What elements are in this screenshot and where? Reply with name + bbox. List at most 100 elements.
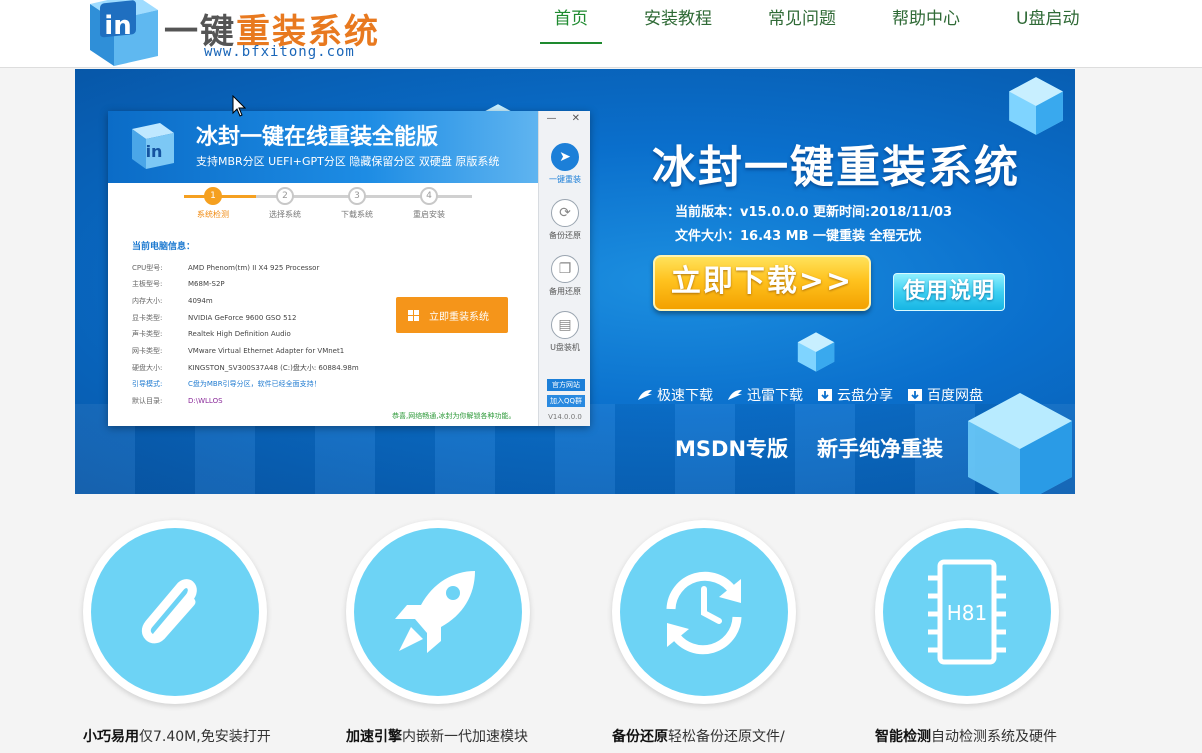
info-row-gpu: 显卡类型: NVIDIA GeForce 9600 GSO 512 [132,313,296,323]
feature-circle [346,520,530,704]
app-screenshot-window: in 冰封一键在线重装全能版 支持MBR分区 UEFI+GPT分区 隐藏保留分区… [108,111,590,426]
edition-clean[interactable]: 新手纯净重装 [817,433,943,463]
info-row-dir: 默认目录: D:\WLLOS [132,396,223,406]
version-info: 当前版本：v15.0.0.0 更新时间:2018/11/03 [675,205,953,220]
side-label: 备份还原 [549,231,581,240]
info-row-network: 网卡类型: VMware Virtual Ethernet Adapter for… [132,346,344,356]
side-label: 一键重装 [549,175,581,184]
network-status-text: 恭喜,网络畅通,冰封为你解锁各种功能。 [392,412,516,420]
logo-url: www.bfxitong.com [204,44,355,60]
edition-msdn[interactable]: MSDN专版 [675,433,788,463]
nav-install-tutorial[interactable]: 安装教程 [630,0,726,44]
side-label: 备用还原 [549,287,581,296]
feature-bold: 小巧易用 [83,729,139,745]
info-key: 默认目录: [132,397,163,405]
main-nav: 首页 安装教程 常见问题 帮助中心 U盘启动 [540,0,1121,68]
link-baidu-disk[interactable]: 百度网盘 [907,385,983,405]
info-key: CPU型号: [132,264,163,272]
info-key: 网卡类型: [132,347,163,355]
info-row-memory: 内存大小: 4094m [132,296,213,306]
info-key: 显卡类型: [132,314,163,322]
mouse-cursor-icon [232,95,246,117]
step-3-dot: 3 [348,187,366,205]
windows-icon [408,309,419,321]
feature-text: 备份还原轻松备份还原文件/ [612,726,872,746]
download-links: 极速下载 迅雷下载 云盘分享 百度网盘 [637,385,997,405]
copy-icon: ❐ [551,255,579,283]
cloud-share-icon [818,389,832,401]
info-row-cpu: CPU型号: AMD Phenom(tm) II X4 925 Processor [132,263,319,273]
reinstall-now-button[interactable]: 立即重装系统 [396,297,508,333]
nav-faq[interactable]: 常见问题 [754,0,850,44]
info-value: D:\WLLOS [188,397,223,405]
app-header: in 冰封一键在线重装全能版 支持MBR分区 UEFI+GPT分区 隐藏保留分区… [108,111,538,183]
link-cloud-share[interactable]: 云盘分享 [817,385,893,405]
paperclip-icon [141,579,197,644]
feature-bold: 加速引擎 [346,729,402,745]
info-key: 内存大小: [132,297,163,305]
chip-label: H81 [947,601,988,625]
refresh-icon: ⟳ [551,199,579,227]
user-guide-button[interactable]: 使用说明 [893,273,1005,311]
hero-banner: in 冰封一键在线重装全能版 支持MBR分区 UEFI+GPT分区 隐藏保留分区… [75,69,1075,494]
nav-home[interactable]: 首页 [540,0,602,44]
link-label: 云盘分享 [837,388,893,404]
feature-inner [620,528,788,696]
step-3-label: 下载系统 [341,210,373,219]
info-key: 引导模式: [132,380,163,388]
info-key: 主板型号: [132,280,163,288]
step-1-label: 系统检测 [197,210,229,219]
feature-inner [354,528,522,696]
side-label: U盘装机 [550,343,580,352]
feature-circle [612,520,796,704]
feature-desc: 自动检测系统及硬件 [931,729,1057,745]
site-header: in 一键重装系统 www.bfxitong.com 首页 安装教程 常见问题 … [0,0,1202,68]
info-key: 硬盘大小: [132,364,163,372]
feature-text: 小巧易用仅7.40M,免安装打开 [83,726,343,746]
info-row-board: 主板型号: M68M-S2P [132,279,225,289]
step-4-label: 重启安装 [413,210,445,219]
feature-bold: 智能检测 [875,729,931,745]
feature-desc: 轻松备份还原文件/ [668,729,785,745]
info-value: NVIDIA GeForce 9600 GSO 512 [188,314,297,322]
info-row-boot: 引导模式: C盘为MBR引导分区，软件已经全面支持！ [132,379,321,389]
logo-cube-text: in [104,11,131,41]
baidu-disk-icon [908,389,922,401]
nav-usb-boot[interactable]: U盘启动 [1002,0,1093,44]
nav-help-center[interactable]: 帮助中心 [878,0,974,44]
logo-cube-icon: in [90,0,158,66]
fast-download-icon [638,390,652,400]
info-value: C盘为MBR引导分区，软件已经全面支持！ [188,380,321,388]
reinstall-label: 立即重装系统 [429,311,489,323]
app-title: 冰封一键在线重装全能版 [196,125,439,150]
feature-desc: 仅7.40M,免安装打开 [139,729,271,745]
info-value: KINGSTON_SV300S37A48 (C:)盘大小: 60884.98m [188,364,359,372]
window-controls[interactable]: — ✕ [546,113,586,124]
official-site-tag[interactable]: 官方网站 [547,379,585,391]
side-spare-restore[interactable]: ❐ 备用还原 [539,255,591,297]
link-label: 迅雷下载 [747,388,803,404]
download-now-button[interactable]: 立即下载>> [653,255,871,311]
side-backup-restore[interactable]: ⟳ 备份还原 [539,199,591,241]
link-fast-download[interactable]: 极速下载 [637,385,713,405]
info-value: 4094m [188,297,213,305]
side-one-key-reinstall[interactable]: ➤ 一键重装 [539,143,591,185]
site-logo[interactable]: in 一键重装系统 www.bfxitong.com [78,0,398,66]
feature-circle: H81 [875,520,1059,704]
info-key: 声卡类型: [132,330,163,338]
side-usb-install[interactable]: ▤ U盘装机 [539,311,591,353]
decor-cube-icon [1009,77,1063,135]
join-qq-tag[interactable]: 加入QQ群 [547,395,585,407]
app-logo-icon: in [132,123,174,169]
app-logo-text: in [146,142,163,161]
file-size-info: 文件大小：16.43 MB 一键重装 全程无忧 [675,229,922,244]
link-thunder-download[interactable]: 迅雷下载 [727,385,803,405]
thunder-download-icon [728,390,742,400]
rocket-icon [395,571,475,653]
info-row-disk: 硬盘大小: KINGSTON_SV300S37A48 (C:)盘大小: 60884… [132,363,359,373]
link-label: 极速下载 [657,388,713,404]
feature-inner [91,528,259,696]
info-row-audio: 声卡类型: Realtek High Definition Audio [132,329,291,339]
feature-desc: 内嵌新一代加速模块 [402,729,528,745]
step-1-dot: 1 [204,187,222,205]
